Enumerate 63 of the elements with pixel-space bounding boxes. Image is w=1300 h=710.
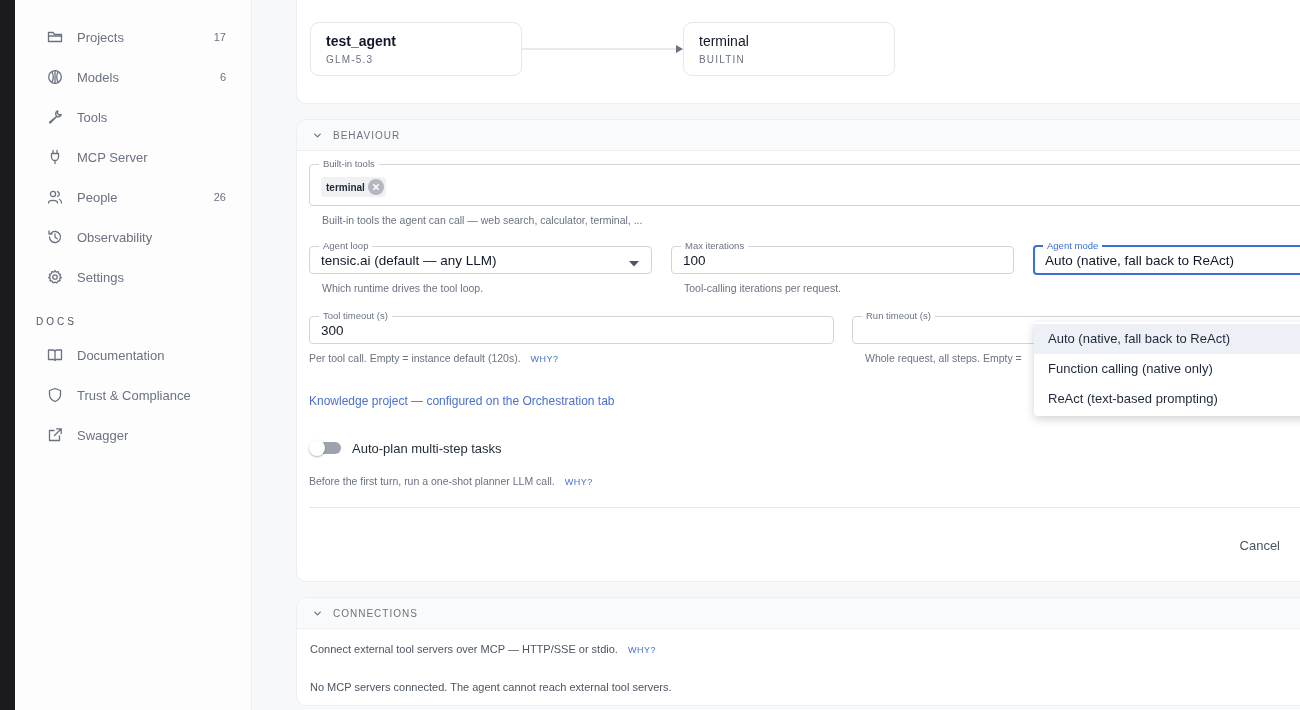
sidebar-item[interactable]: Tools	[15, 97, 251, 137]
history-icon	[47, 229, 63, 245]
remove-icon[interactable]	[367, 179, 384, 195]
item-count: 26	[213, 191, 226, 203]
dropdown-option[interactable]: Auto (native, fall back to ReAct)	[1034, 324, 1300, 354]
input-field[interactable]: Tool timeout (s) 300	[309, 311, 834, 344]
toggle-switch[interactable]	[309, 439, 342, 457]
help-text: Which runtime drives the tool loop.	[322, 282, 484, 294]
field-label: Agent loop	[322, 241, 370, 251]
dropdown-option[interactable]: Function calling (native only)	[1034, 354, 1300, 384]
external-link-icon	[47, 427, 63, 443]
sidebar-item[interactable]: Documentation	[15, 335, 251, 375]
select-field[interactable]: Agent loop tensic.ai (default — any LLM)	[309, 241, 652, 274]
node-title: terminal	[699, 33, 750, 49]
select-field[interactable]: Agent mode Auto (native, fall back to ReAct)	[1033, 241, 1300, 275]
why-link[interactable]: WHY?	[627, 645, 656, 655]
help-text: Before the first turn, run a one-shot planner LLM call.	[309, 475, 555, 487]
tools-field[interactable]: Built-in tools terminal	[309, 159, 1300, 206]
toggle-label: Auto-plan multi-step tasks	[352, 440, 502, 456]
sidebar-item[interactable]: Swagger	[15, 415, 251, 455]
help-text: Whole request, all steps. Empty =	[865, 352, 1022, 364]
help-text: Per tool call. Empty = instance default (120s).	[309, 352, 521, 364]
section-header[interactable]: CONNECTIONS	[297, 598, 1300, 629]
section-header[interactable]: BEHAVIOUR	[297, 120, 1300, 151]
node-subtitle: BUILTIN	[699, 54, 746, 65]
graph-node[interactable]: terminal BUILTIN	[683, 22, 895, 76]
sidebar-item[interactable]: Settings	[15, 257, 251, 297]
field-label: Agent mode	[1046, 241, 1100, 251]
sidebar-item[interactable]: Observability	[15, 217, 251, 257]
shield-icon	[47, 387, 63, 403]
sidebar-item[interactable]: Trust & Compliance	[15, 375, 251, 415]
globe-icon	[47, 69, 63, 85]
why-link[interactable]: WHY?	[564, 477, 593, 487]
graph-node[interactable]: test_agent GLM-5.3	[310, 22, 522, 76]
people-icon	[47, 189, 63, 205]
empty-message: No MCP servers connected. The agent cannot reach external tool servers.	[310, 681, 673, 693]
section-heading: DOCS	[35, 315, 78, 329]
caret-icon	[629, 261, 639, 267]
gear-icon	[47, 269, 63, 285]
sidebar-item[interactable]: Models 6	[15, 57, 251, 97]
node-title: test_agent	[326, 33, 398, 49]
field-label: Run timeout (s)	[865, 311, 932, 321]
wrench-icon	[47, 109, 63, 125]
dropdown-option[interactable]: ReAct (text-based prompting)	[1034, 384, 1300, 414]
sidebar-item[interactable]: People 26	[15, 177, 251, 217]
node-subtitle: GLM-5.3	[326, 54, 375, 65]
help-text: Tool-calling iterations per request.	[684, 282, 841, 294]
input-field[interactable]: Max iterations 100	[671, 241, 1014, 274]
field-label: Max iterations	[684, 241, 746, 251]
field-label: Tool timeout (s)	[322, 311, 389, 321]
cancel-button[interactable]: Cancel	[1233, 534, 1286, 557]
tool-chip[interactable]: terminal	[321, 177, 386, 197]
help-text: Built-in tools the agent can call — web search, calculator, terminal, ...	[322, 214, 643, 226]
knowledge-link[interactable]: Knowledge project — configured on the Orchestration tab	[309, 394, 615, 408]
field-label: Built-in tools	[322, 159, 376, 169]
item-count: 6	[219, 71, 226, 83]
why-link[interactable]: WHY?	[530, 354, 559, 364]
item-count: 17	[213, 31, 226, 43]
description-text: Connect external tool servers over MCP — HTTP/SSE or stdio.	[310, 643, 618, 655]
book-icon	[47, 347, 63, 363]
folder-icon	[47, 29, 63, 45]
sidebar-item[interactable]: Projects 17	[15, 17, 251, 57]
sidebar-item[interactable]: MCP Server	[15, 137, 251, 177]
